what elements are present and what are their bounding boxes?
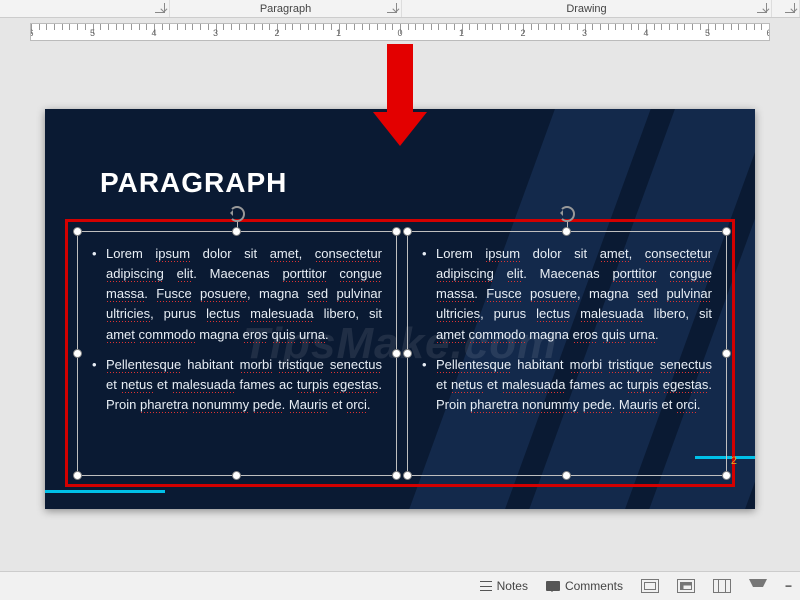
ribbon-group-label: Paragraph (260, 3, 311, 15)
text-placeholder-left[interactable]: Lorem ipsum dolor sit amet, consectetur … (77, 231, 397, 476)
horizontal-ruler-wrap: 6 5 4 3 2 1 0 1 2 3 4 5 6 (0, 18, 800, 44)
ruler-number: 5 (705, 28, 710, 38)
comment-icon (546, 581, 560, 591)
resize-handle[interactable] (562, 471, 571, 480)
bullet-item[interactable]: Lorem ipsum dolor sit amet, consectetur … (92, 244, 382, 345)
slide-number: 2 (731, 455, 737, 467)
notes-label: Notes (497, 579, 528, 593)
resize-handle[interactable] (392, 471, 401, 480)
view-reading-button[interactable] (713, 579, 731, 593)
ribbon-group-label: Drawing (566, 3, 606, 15)
slide-stage[interactable]: TipsMake.com PARAGRAPH Lorem ipsum dolor… (0, 44, 800, 571)
notes-button[interactable]: Notes (480, 579, 528, 593)
resize-handle[interactable] (392, 227, 401, 236)
resize-handle[interactable] (232, 227, 241, 236)
resize-handle[interactable] (73, 471, 82, 480)
resize-handle[interactable] (562, 227, 571, 236)
resize-handle[interactable] (403, 471, 412, 480)
ruler-number: 0 (397, 28, 402, 38)
ruler-number: 1 (459, 28, 464, 38)
ruler-number: 2 (520, 28, 525, 38)
rotate-handle-icon[interactable] (229, 206, 245, 222)
rotate-handle-icon[interactable] (559, 206, 575, 222)
decorative-accent-line (45, 490, 165, 493)
bullet-item[interactable]: Pellentesque habitant morbi tristique se… (422, 355, 712, 415)
ribbon-group-blank (0, 0, 170, 17)
dialog-launcher-icon[interactable] (785, 3, 795, 13)
bullet-item[interactable]: Pellentesque habitant morbi tristique se… (92, 355, 382, 415)
ruler-number: 5 (90, 28, 95, 38)
resize-handle[interactable] (722, 471, 731, 480)
dialog-launcher-icon[interactable] (757, 3, 767, 13)
ruler-number: 6 (766, 28, 770, 38)
ribbon-group-trailing (772, 0, 800, 17)
resize-handle[interactable] (73, 349, 82, 358)
view-sorter-button[interactable] (677, 579, 695, 593)
slide-title[interactable]: PARAGRAPH (100, 167, 287, 199)
dialog-launcher-icon[interactable] (155, 3, 165, 13)
resize-handle[interactable] (73, 227, 82, 236)
ruler-number: 3 (582, 28, 587, 38)
dialog-launcher-icon[interactable] (387, 3, 397, 13)
slide-canvas[interactable]: TipsMake.com PARAGRAPH Lorem ipsum dolor… (45, 109, 755, 509)
ruler-number: 4 (643, 28, 648, 38)
resize-handle[interactable] (403, 349, 412, 358)
ribbon-group-drawing: Drawing (402, 0, 772, 17)
resize-handle[interactable] (722, 349, 731, 358)
resize-handle[interactable] (403, 227, 412, 236)
resize-handle[interactable] (232, 471, 241, 480)
view-slideshow-button[interactable] (749, 579, 767, 593)
text-content-left[interactable]: Lorem ipsum dolor sit amet, consectetur … (92, 244, 382, 463)
text-content-right[interactable]: Lorem ipsum dolor sit amet, consectetur … (422, 244, 712, 463)
ribbon-group-bar: Paragraph Drawing (0, 0, 800, 18)
ruler-number: 1 (336, 28, 341, 38)
comments-label: Comments (565, 579, 623, 593)
text-placeholder-right[interactable]: Lorem ipsum dolor sit amet, consectetur … (407, 231, 727, 476)
ruler-number: 6 (30, 28, 34, 38)
horizontal-ruler[interactable]: 6 5 4 3 2 1 0 1 2 3 4 5 6 (30, 23, 770, 41)
ruler-number: 3 (213, 28, 218, 38)
status-bar: Notes Comments − (0, 571, 800, 600)
resize-handle[interactable] (722, 227, 731, 236)
ribbon-group-paragraph: Paragraph (170, 0, 402, 17)
comments-button[interactable]: Comments (546, 579, 623, 593)
annotation-arrow-icon (375, 44, 425, 164)
ruler-number: 2 (274, 28, 279, 38)
zoom-out-button[interactable]: − (785, 579, 792, 593)
notes-icon (480, 581, 492, 591)
bullet-item[interactable]: Lorem ipsum dolor sit amet, consectetur … (422, 244, 712, 345)
resize-handle[interactable] (392, 349, 401, 358)
ruler-number: 4 (151, 28, 156, 38)
view-normal-button[interactable] (641, 579, 659, 593)
